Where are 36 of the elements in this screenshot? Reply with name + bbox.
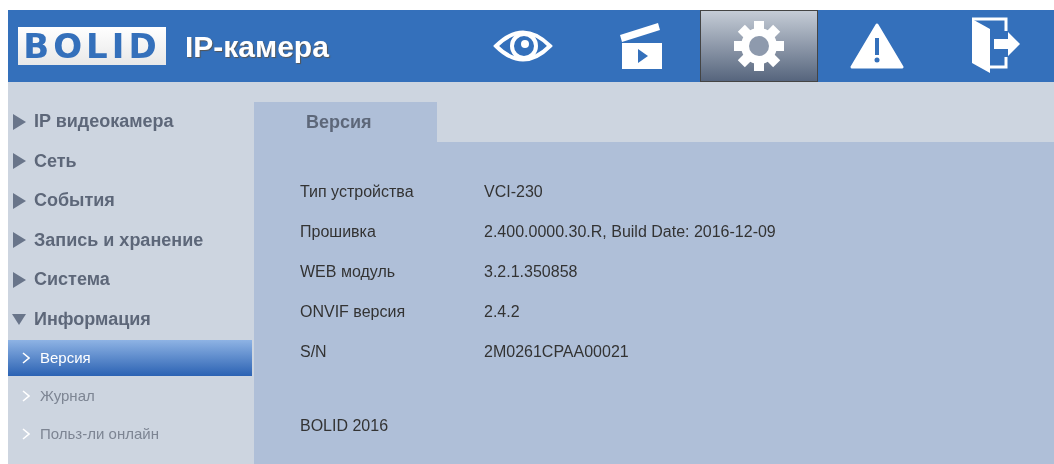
field-value: 2.4.2: [484, 302, 520, 322]
copyright-text: BOLID 2016: [300, 416, 389, 436]
field-value: 2M0261CPAA00021: [484, 342, 629, 362]
logo: BOLID: [18, 27, 166, 65]
sidebar-item[interactable]: Система: [8, 260, 252, 300]
field-label: Тип устройства: [300, 182, 415, 202]
collapsed-triangle-icon: [12, 232, 26, 249]
app-title: IP-камера: [184, 28, 330, 65]
chevron-icon: [22, 390, 30, 402]
sidebar-item[interactable]: События: [8, 181, 252, 221]
field-label: Прошивка: [300, 222, 377, 242]
sidebar-subitem[interactable]: Версия: [8, 340, 252, 376]
chevron-icon: [22, 352, 30, 364]
nav-button[interactable]: [700, 10, 818, 82]
settings-icon: [731, 18, 787, 74]
sidebar-item[interactable]: IP видеокамера: [8, 102, 252, 142]
field-value: VCI-230: [484, 182, 543, 202]
collapsed-triangle-icon: [12, 271, 26, 288]
warning-icon: [850, 23, 904, 69]
sidebar-item[interactable]: Сеть: [8, 141, 252, 181]
field-label: WEB модуль: [300, 262, 397, 282]
expanded-triangle-icon: [12, 313, 26, 326]
sidebar-item[interactable]: Запись и хранение: [8, 220, 252, 260]
sidebar-subitem[interactable]: Журнал: [8, 377, 252, 415]
field-value: 2.400.0000.30.R, Build Date: 2016-12-09: [484, 222, 776, 242]
clapperboard-icon: [618, 21, 664, 71]
tab[interactable]: Версия: [254, 102, 437, 142]
collapsed-triangle-icon: [12, 153, 26, 170]
sidebar-subitem[interactable]: Польз-ли онлайн: [8, 415, 252, 453]
field-label: ONVIF версия: [300, 302, 407, 322]
collapsed-triangle-icon: [12, 113, 26, 130]
collapsed-triangle-icon: [12, 192, 26, 209]
chevron-icon: [22, 428, 30, 440]
sidebar-item[interactable]: Информация: [8, 299, 252, 339]
field-value: 3.2.1.350858: [484, 262, 578, 282]
field-label: S/N: [300, 342, 328, 362]
